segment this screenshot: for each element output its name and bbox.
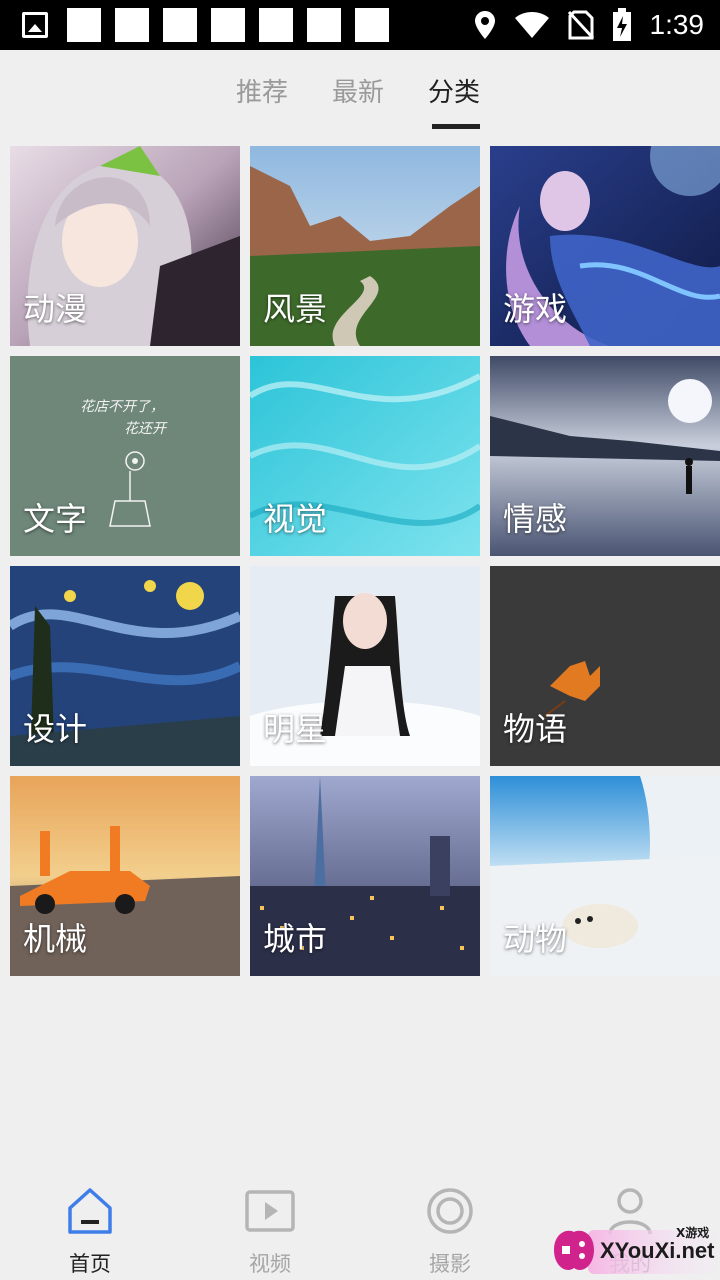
category-label: 动物 xyxy=(503,920,568,958)
nav-photography[interactable]: 摄影 xyxy=(390,1186,510,1278)
category-card-anime[interactable]: 动漫 xyxy=(10,146,240,346)
category-card-machine[interactable]: 机械 xyxy=(10,776,240,976)
notification-icon xyxy=(355,8,389,42)
category-tabs: 推荐 最新 分类 xyxy=(0,50,720,132)
category-card-text[interactable]: 花店不开了， 花还开 文字 xyxy=(10,356,240,556)
category-label: 城市 xyxy=(263,920,328,958)
wifi-icon xyxy=(514,11,550,39)
tab-latest[interactable]: 最新 xyxy=(332,72,384,109)
category-card-story[interactable]: 物语 xyxy=(490,566,720,766)
no-sim-icon xyxy=(567,10,594,40)
category-label: 情感 xyxy=(503,500,568,538)
nav-label: 摄影 xyxy=(429,1252,471,1276)
category-label: 风景 xyxy=(263,290,328,328)
camera-lens-icon xyxy=(427,1188,473,1234)
category-card-emotion[interactable]: 情感 xyxy=(490,356,720,556)
category-card-star[interactable]: 明星 xyxy=(250,566,480,766)
nav-label: 首页 xyxy=(69,1252,111,1276)
active-tab-indicator xyxy=(432,124,480,129)
category-label: 设计 xyxy=(23,710,88,748)
tab-categories[interactable]: 分类 xyxy=(428,72,480,109)
category-label: 明星 xyxy=(263,710,328,748)
handwriting-line: 花还开 xyxy=(124,421,166,437)
category-card-visual[interactable]: 视觉 xyxy=(250,356,480,556)
home-icon xyxy=(68,1188,112,1234)
gallery-icon xyxy=(22,12,48,38)
notification-icon xyxy=(307,8,341,42)
category-label: 游戏 xyxy=(503,290,568,328)
watermark: X游戏 XYouXi.net xyxy=(548,1222,718,1278)
notification-icon xyxy=(211,8,245,42)
location-icon xyxy=(474,10,496,40)
nav-label: 视频 xyxy=(249,1252,291,1276)
category-label: 动漫 xyxy=(23,290,88,328)
tab-recommended[interactable]: 推荐 xyxy=(236,72,288,109)
category-label: 机械 xyxy=(23,920,88,958)
clock: 1:39 xyxy=(649,9,705,40)
notification-icon xyxy=(67,8,101,42)
category-label: 文字 xyxy=(23,500,88,538)
nav-video[interactable]: 视频 xyxy=(210,1186,330,1278)
category-card-design[interactable]: 设计 xyxy=(10,566,240,766)
handwriting-line: 花店不开了， xyxy=(80,399,164,415)
notification-icon xyxy=(163,8,197,42)
status-bar: 1:39 xyxy=(0,0,720,50)
battery-charging-icon xyxy=(612,8,632,42)
category-label: 视觉 xyxy=(263,500,328,538)
category-card-game[interactable]: 游戏 xyxy=(490,146,720,346)
nav-home[interactable]: 首页 xyxy=(30,1186,150,1278)
category-label: 物语 xyxy=(503,710,568,748)
category-card-landscape[interactable]: 风景 xyxy=(250,146,480,346)
notification-icon xyxy=(259,8,293,42)
watermark-text: XYouXi.net xyxy=(600,1238,715,1263)
notification-icon xyxy=(115,8,149,42)
category-card-city[interactable]: 城市 xyxy=(250,776,480,976)
video-play-icon xyxy=(245,1190,295,1232)
category-card-animal[interactable]: 动物 xyxy=(490,776,720,976)
